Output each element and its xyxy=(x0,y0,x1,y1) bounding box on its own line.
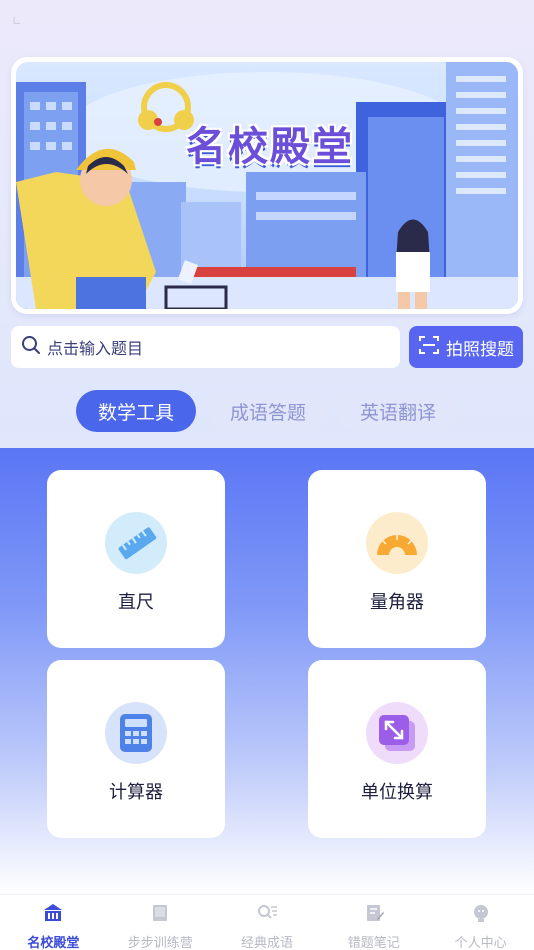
photo-search-button[interactable]: 拍照搜题 xyxy=(409,326,523,368)
banner-title: 名校殿堂 xyxy=(186,124,354,170)
tool-label: 单位换算 xyxy=(361,782,433,803)
banner-illustration: 名校殿堂 xyxy=(16,62,518,309)
tool-card-ruler[interactable]: 直尺 xyxy=(47,470,225,648)
tool-card-protractor[interactable]: 量角器 xyxy=(308,470,486,648)
nav-item-profile[interactable]: 个人中心 xyxy=(427,895,534,950)
city-illustration xyxy=(16,62,518,309)
school-icon xyxy=(42,902,64,928)
photo-search-label: 拍照搜题 xyxy=(446,339,514,360)
scan-icon xyxy=(418,334,446,361)
nav-label: 个人中心 xyxy=(454,936,507,950)
search-list-icon xyxy=(256,902,278,928)
status-bar-indicator: ∟ xyxy=(12,14,23,28)
nav-label: 错题笔记 xyxy=(347,936,400,950)
tool-label: 量角器 xyxy=(370,592,424,613)
tool-label: 计算器 xyxy=(109,782,163,803)
nav-item-idioms[interactable]: 经典成语 xyxy=(214,895,321,950)
ruler-icon xyxy=(105,512,167,574)
tools-panel: 直尺 量角器 计算器 单位换算 xyxy=(0,448,534,894)
search-icon xyxy=(21,335,41,359)
nav-label: 名校殿堂 xyxy=(27,936,80,950)
notes-icon xyxy=(363,902,385,928)
nav-label: 经典成语 xyxy=(240,936,293,950)
nav-item-school[interactable]: 名校殿堂 xyxy=(0,895,107,950)
unit-convert-icon xyxy=(366,702,428,764)
tab-english-translate[interactable]: 英语翻译 xyxy=(338,390,458,432)
search-placeholder: 点击输入题目 xyxy=(47,339,144,358)
tab-idiom-quiz[interactable]: 成语答题 xyxy=(208,390,328,432)
tab-math-tools[interactable]: 数学工具 xyxy=(76,390,196,432)
book-icon xyxy=(149,902,171,928)
protractor-icon xyxy=(366,512,428,574)
nav-item-notes[interactable]: 错题笔记 xyxy=(320,895,427,950)
hero-banner[interactable]: 名校殿堂 xyxy=(11,57,523,314)
tool-card-calculator[interactable]: 计算器 xyxy=(47,660,225,838)
nav-label: 步步训练营 xyxy=(127,936,193,950)
bottom-navigation: 名校殿堂 步步训练营 经典成语 错题笔记 个人中心 xyxy=(0,894,534,950)
tool-label: 直尺 xyxy=(118,592,154,613)
tool-card-unit-convert[interactable]: 单位换算 xyxy=(308,660,486,838)
nav-item-training[interactable]: 步步训练营 xyxy=(107,895,214,950)
search-input[interactable]: 点击输入题目 xyxy=(11,326,400,368)
calculator-icon xyxy=(105,702,167,764)
user-icon xyxy=(470,902,492,928)
